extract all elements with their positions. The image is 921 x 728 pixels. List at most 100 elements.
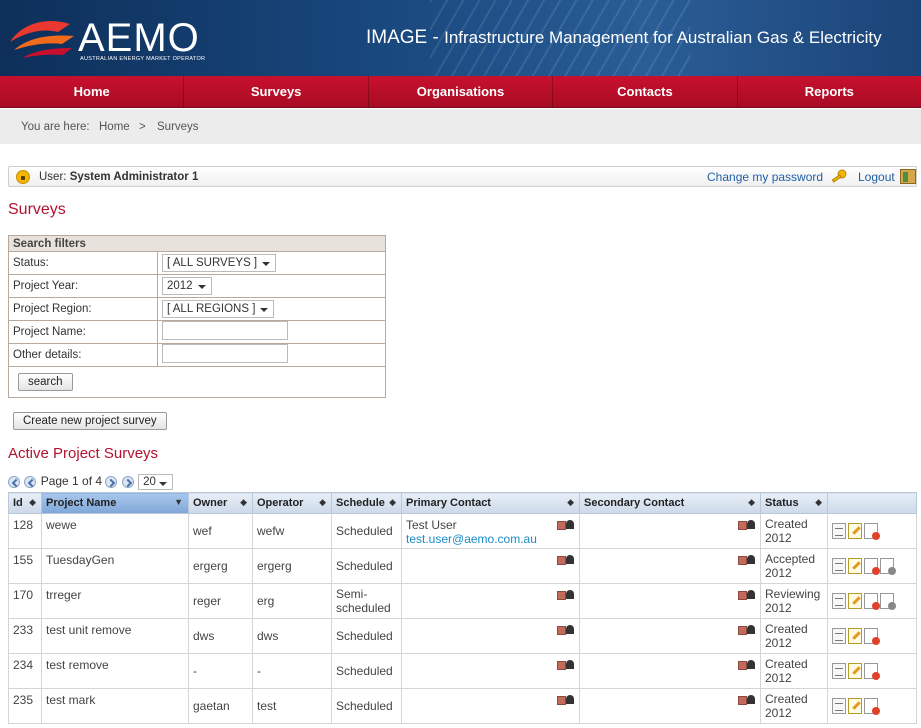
- cell-project-name[interactable]: wewe: [41, 513, 189, 549]
- key-icon[interactable]: [831, 169, 847, 183]
- cell-primary-contact: [401, 688, 580, 724]
- edit-icon[interactable]: [848, 663, 862, 679]
- contact-icon[interactable]: [738, 520, 756, 530]
- prev-page-icon[interactable]: [24, 475, 37, 488]
- cell-project-name[interactable]: test unit remove: [41, 618, 189, 654]
- aemo-logo-icon[interactable]: [8, 12, 78, 62]
- cell-project-name[interactable]: test mark: [41, 688, 189, 724]
- col-schedule[interactable]: Schedule ◆: [331, 492, 402, 514]
- contact-icon[interactable]: [557, 695, 575, 705]
- search-button[interactable]: search: [18, 373, 73, 391]
- schedule-line-1: Scheduled: [336, 559, 393, 573]
- col-status[interactable]: Status ◆: [760, 492, 828, 514]
- nav-home[interactable]: Home: [0, 76, 185, 107]
- settings-icon[interactable]: [880, 558, 896, 575]
- table-row[interactable]: 234 test remove - - Scheduled Created 2012: [8, 653, 917, 689]
- contact-icon[interactable]: [557, 660, 575, 670]
- col-primary-contact[interactable]: Primary Contact ◆: [401, 492, 580, 514]
- nav-organisations[interactable]: Organisations: [369, 76, 554, 107]
- contact-icon[interactable]: [738, 625, 756, 635]
- col-secondary-contact[interactable]: Secondary Contact ◆: [579, 492, 761, 514]
- cell-actions: [827, 688, 917, 724]
- edit-icon[interactable]: [848, 593, 862, 609]
- status-select[interactable]: [ ALL SURVEYS ]: [162, 254, 277, 272]
- logo-text: AEMO: [78, 16, 200, 60]
- year-select[interactable]: 2012: [162, 277, 212, 295]
- table-row[interactable]: 235 test mark gaetan test Scheduled Created 20…: [8, 688, 917, 724]
- contact-icon[interactable]: [738, 695, 756, 705]
- breadcrumb-home-link[interactable]: Home: [99, 121, 130, 133]
- table-row[interactable]: 128 wewe wef wefw Scheduled Test User test.use…: [8, 513, 917, 549]
- breadcrumb-separator: >: [139, 121, 146, 133]
- status-year: 2012: [765, 601, 792, 615]
- logout-link[interactable]: Logout: [858, 170, 895, 184]
- contact-icon[interactable]: [557, 625, 575, 635]
- settings-icon[interactable]: [880, 593, 896, 610]
- cell-id: 235: [8, 688, 42, 724]
- nav-reports[interactable]: Reports: [738, 76, 921, 107]
- page-indicator: Page 1 of 4: [40, 474, 103, 488]
- view-document-icon[interactable]: [832, 593, 846, 609]
- last-page-icon[interactable]: [121, 475, 134, 488]
- cell-id: 128: [8, 513, 42, 549]
- cell-actions: [827, 513, 917, 549]
- cell-secondary-contact: [579, 548, 761, 584]
- edit-icon[interactable]: [848, 558, 862, 574]
- delete-icon[interactable]: [864, 663, 880, 680]
- view-document-icon[interactable]: [832, 663, 846, 679]
- project-name-input[interactable]: [162, 321, 288, 340]
- delete-icon[interactable]: [864, 698, 880, 715]
- sort-icon: ◆: [319, 497, 326, 507]
- primary-contact-email[interactable]: test.user@aemo.com.au: [406, 532, 575, 546]
- cell-project-name[interactable]: TuesdayGen: [41, 548, 189, 584]
- edit-icon[interactable]: [848, 523, 862, 539]
- col-status-label: Status: [765, 497, 799, 509]
- cell-project-name[interactable]: trreger: [41, 583, 189, 619]
- col-project-name[interactable]: Project Name ▼: [41, 492, 189, 514]
- view-document-icon[interactable]: [832, 558, 846, 574]
- table-row[interactable]: 155 TuesdayGen ergerg ergerg Scheduled Accept…: [8, 548, 917, 584]
- delete-icon[interactable]: [864, 628, 880, 645]
- nav-contacts[interactable]: Contacts: [553, 76, 738, 107]
- contact-icon[interactable]: [738, 590, 756, 600]
- contact-icon[interactable]: [557, 520, 575, 530]
- cell-primary-contact: Test User test.user@aemo.com.au: [401, 513, 580, 549]
- region-cell: [ ALL REGIONS ]: [157, 297, 386, 321]
- cell-operator: dws: [252, 618, 332, 654]
- sort-icon: ◆: [29, 497, 36, 507]
- view-document-icon[interactable]: [832, 698, 846, 714]
- table-row[interactable]: 170 trreger reger erg Semi-scheduled Reviewin…: [8, 583, 917, 619]
- region-select[interactable]: [ ALL REGIONS ]: [162, 300, 275, 318]
- schedule-line-1: Scheduled: [336, 524, 393, 538]
- col-id[interactable]: Id ◆: [8, 492, 42, 514]
- view-document-icon[interactable]: [832, 628, 846, 644]
- cell-project-name[interactable]: test remove: [41, 653, 189, 689]
- next-page-icon[interactable]: [105, 475, 118, 488]
- create-survey-button[interactable]: Create new project survey: [13, 412, 167, 430]
- nav-surveys[interactable]: Surveys: [184, 76, 369, 107]
- col-owner[interactable]: Owner ◆: [188, 492, 253, 514]
- breadcrumb: You are here: Home > Surveys: [0, 109, 921, 144]
- edit-icon[interactable]: [848, 628, 862, 644]
- cell-actions: [827, 653, 917, 689]
- create-button-wrap: Create new project survey: [13, 412, 167, 430]
- table-row[interactable]: 233 test unit remove dws dws Scheduled Create…: [8, 618, 917, 654]
- delete-icon[interactable]: [864, 593, 880, 610]
- contact-icon[interactable]: [738, 660, 756, 670]
- change-password-link[interactable]: Change my password: [707, 170, 823, 184]
- other-details-input[interactable]: [162, 344, 288, 363]
- page-size-select[interactable]: 20: [138, 474, 173, 490]
- logout-icon[interactable]: [900, 169, 916, 184]
- first-page-icon[interactable]: [8, 475, 20, 488]
- view-document-icon[interactable]: [832, 523, 846, 539]
- contact-icon[interactable]: [557, 555, 575, 565]
- col-operator[interactable]: Operator ◆: [252, 492, 332, 514]
- contact-icon[interactable]: [738, 555, 756, 565]
- cell-owner: gaetan: [188, 688, 253, 724]
- delete-icon[interactable]: [864, 523, 880, 540]
- contact-icon[interactable]: [557, 590, 575, 600]
- cell-schedule: Scheduled: [331, 548, 402, 584]
- delete-icon[interactable]: [864, 558, 880, 575]
- edit-icon[interactable]: [848, 698, 862, 714]
- cell-operator: erg: [252, 583, 332, 619]
